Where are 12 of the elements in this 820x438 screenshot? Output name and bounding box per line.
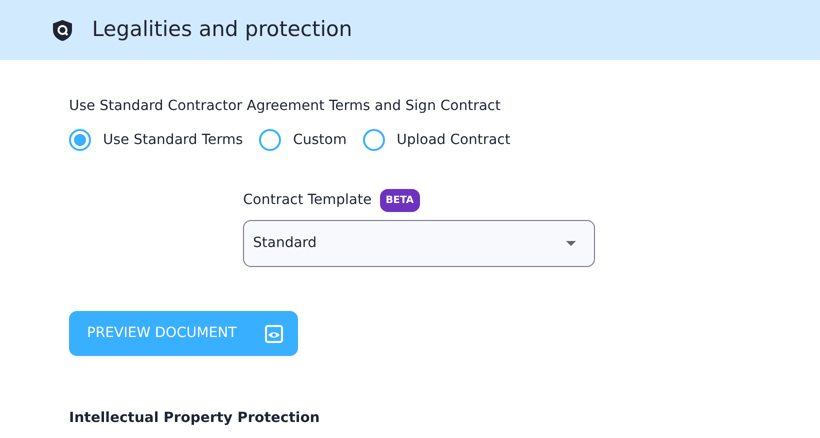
shield-icon: [53, 20, 72, 40]
eye-icon: [265, 324, 283, 342]
caret-icon: [566, 241, 576, 246]
radio-option[interactable]: Upload Contract: [362, 129, 510, 151]
section-title: Legalities and protection: [92, 16, 352, 44]
template-select[interactable]: Standard: [243, 220, 595, 267]
radio-option[interactable]: Custom: [258, 129, 347, 151]
section-heading: Intellectual Property Protection: [69, 410, 321, 427]
field-label: Contract Template: [243, 191, 372, 210]
beta-badge: BETA: [380, 189, 420, 212]
radio-option[interactable]: Use Standard Terms: [69, 129, 243, 151]
question-text: Use Standard Contractor Agreement Terms and Sign Contract: [69, 97, 502, 116]
